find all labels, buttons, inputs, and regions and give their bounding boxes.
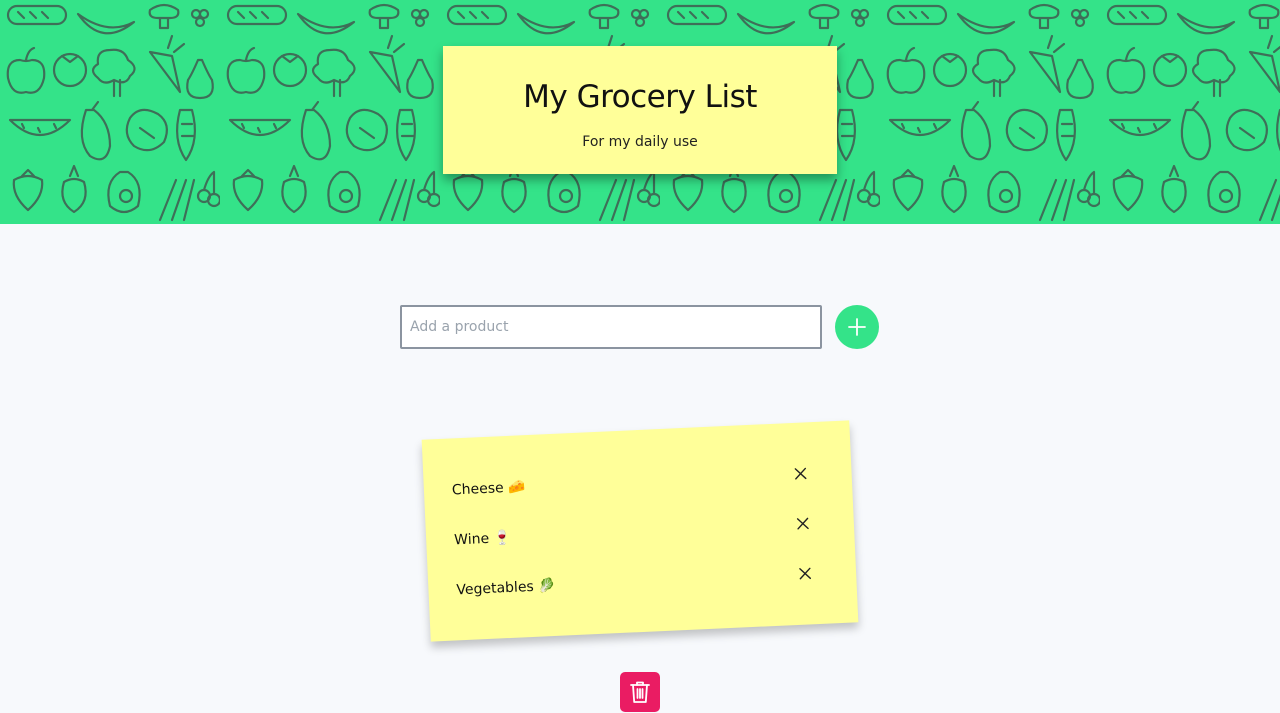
clear-list-button[interactable] bbox=[620, 672, 660, 712]
list-item-label: Vegetables 🥬 bbox=[456, 577, 557, 599]
remove-item-button[interactable] bbox=[789, 462, 812, 485]
grocery-list-note: Cheese 🧀 Wine 🍷 Vegetables 🥬 bbox=[421, 420, 859, 642]
grocery-list: Cheese 🧀 Wine 🍷 Vegetables 🥬 bbox=[422, 420, 858, 623]
list-item-label: Cheese 🧀 bbox=[451, 479, 526, 499]
add-product-form bbox=[400, 305, 880, 349]
title-card: My Grocery List For my daily use bbox=[443, 46, 837, 174]
add-product-input[interactable] bbox=[400, 305, 822, 349]
header-banner: My Grocery List For my daily use bbox=[0, 0, 1280, 224]
trash-icon bbox=[630, 681, 650, 703]
page-subtitle: For my daily use bbox=[582, 134, 698, 150]
close-icon bbox=[799, 567, 812, 580]
add-product-button[interactable] bbox=[835, 305, 879, 349]
close-icon bbox=[794, 467, 807, 480]
page-title: My Grocery List bbox=[523, 79, 757, 115]
remove-item-button[interactable] bbox=[794, 562, 817, 585]
plus-icon bbox=[848, 318, 866, 336]
list-item-label: Wine 🍷 bbox=[453, 529, 512, 549]
close-icon bbox=[796, 517, 809, 530]
remove-item-button[interactable] bbox=[791, 512, 814, 535]
